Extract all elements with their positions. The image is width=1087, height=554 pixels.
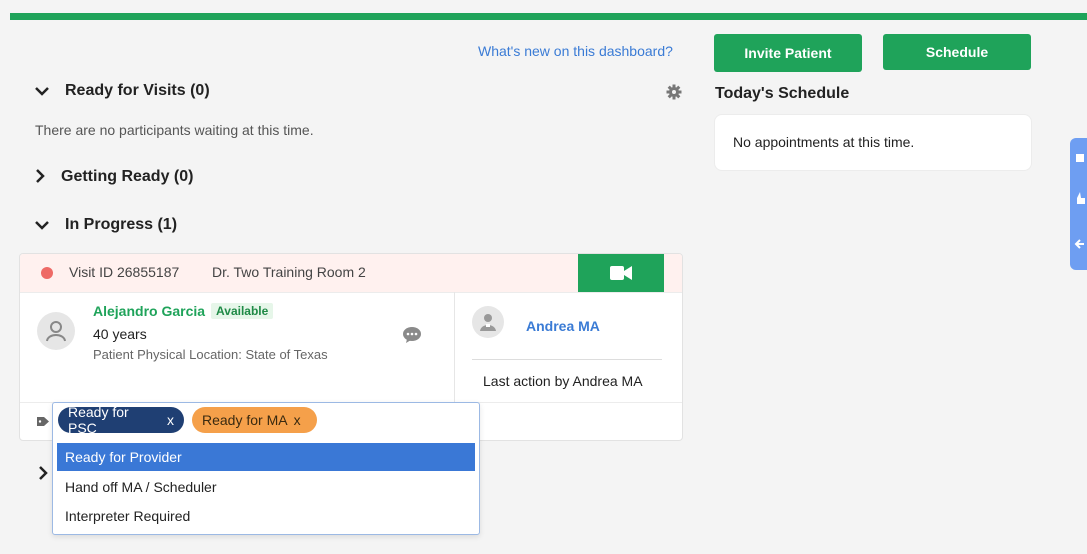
video-icon — [610, 266, 632, 280]
room-name: Dr. Two Training Room 2 — [212, 264, 366, 280]
patient-age: 40 years — [93, 326, 147, 342]
schedule-card: No appointments at this time. — [714, 114, 1032, 171]
invite-patient-button[interactable]: Invite Patient — [714, 34, 862, 72]
in-progress-header[interactable]: In Progress (1) — [35, 216, 177, 234]
patient-name[interactable]: Alejandro Garcia — [93, 303, 205, 319]
patient-avatar — [37, 312, 75, 350]
card-divider — [454, 292, 455, 402]
whats-new-link[interactable]: What's new on this dashboard? — [478, 43, 673, 59]
ready-for-visits-label: Ready for Visits (0) — [65, 82, 210, 99]
option-hand-off-ma-scheduler[interactable]: Hand off MA / Scheduler — [57, 473, 475, 501]
ready-empty-text: There are no participants waiting at thi… — [35, 122, 314, 138]
chevron-right-icon — [35, 168, 55, 186]
ready-for-visits-header[interactable]: Ready for Visits (0) — [35, 82, 210, 100]
chat-icon[interactable] — [402, 326, 422, 347]
todays-schedule-title: Today's Schedule — [715, 85, 850, 102]
getting-ready-label: Getting Ready (0) — [61, 168, 194, 185]
visit-card-header: Visit ID 26855187 Dr. Two Training Room … — [20, 254, 682, 293]
chevron-down-icon — [35, 83, 55, 99]
tag-ready-for-ma[interactable]: Ready for MA x — [192, 407, 317, 433]
availability-badge: Available — [211, 303, 274, 319]
top-accent-bar — [10, 13, 1087, 20]
tag-select-dropdown[interactable]: Ready for PSC x Ready for MA x Ready for… — [52, 402, 480, 535]
in-progress-label: In Progress (1) — [65, 216, 178, 233]
option-interpreter-required[interactable]: Interpreter Required — [57, 502, 475, 530]
getting-ready-header[interactable]: Getting Ready (0) — [35, 168, 193, 186]
provider-divider — [472, 359, 662, 360]
patient-location: Patient Physical Location: State of Texa… — [93, 347, 328, 362]
tag-icon — [37, 414, 50, 430]
tag-remove-button[interactable]: x — [167, 412, 174, 428]
visit-id: Visit ID 26855187 — [69, 264, 180, 280]
gear-icon[interactable] — [666, 84, 682, 103]
provider-icon — [480, 314, 496, 331]
schedule-button[interactable]: Schedule — [883, 34, 1031, 70]
provider-name[interactable]: Andrea MA — [526, 318, 600, 334]
chevron-right-icon[interactable] — [38, 466, 48, 483]
provider-avatar — [472, 306, 504, 338]
user-icon — [46, 321, 66, 342]
schedule-empty-text: No appointments at this time. — [733, 134, 915, 150]
status-dot — [41, 267, 53, 279]
start-video-button[interactable] — [578, 254, 664, 292]
tag-remove-button[interactable]: x — [294, 412, 301, 428]
option-ready-for-provider[interactable]: Ready for Provider — [57, 443, 475, 471]
last-action: Last action by Andrea MA — [483, 373, 643, 389]
tag-label: Ready for PSC — [68, 404, 129, 436]
feedback-side-tab[interactable] — [1070, 138, 1087, 270]
tag-label: Ready for MA — [202, 412, 288, 428]
chevron-down-icon — [35, 217, 55, 233]
tag-ready-for-psc[interactable]: Ready for PSC x — [58, 404, 184, 436]
